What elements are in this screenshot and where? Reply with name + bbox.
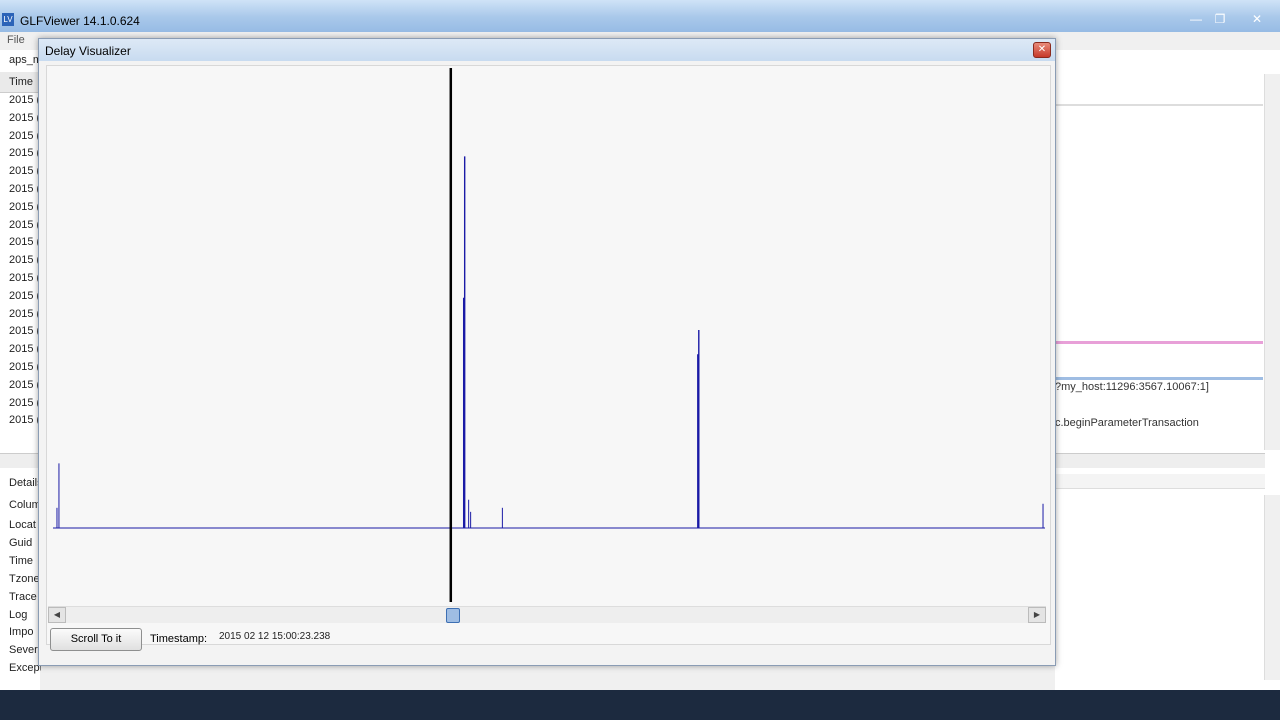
pink-highlight-row — [1055, 341, 1263, 344]
dialog-close-icon[interactable]: ✕ — [1033, 42, 1051, 58]
delay-plot[interactable] — [46, 65, 1051, 645]
log-row[interactable]: 2015 ( — [9, 325, 41, 342]
plot-hscroll[interactable]: ◀ ▶ — [48, 606, 1046, 623]
log-row[interactable]: 2015 ( — [9, 130, 41, 147]
log-row[interactable]: 2015 ( — [9, 236, 41, 253]
detail-field-label: Tzone — [9, 572, 40, 585]
scroll-thumb[interactable] — [446, 608, 460, 623]
log-row[interactable]: 2015 ( — [9, 165, 41, 182]
app-icon: LV — [2, 13, 14, 26]
minimize-icon[interactable]: — — [1186, 12, 1206, 26]
log-row[interactable]: 2015 ( — [9, 219, 41, 236]
detail-field-label: Trace — [9, 590, 37, 603]
taskbar — [0, 690, 1280, 720]
dialog-titlebar[interactable]: Delay Visualizer ✕ — [39, 39, 1055, 61]
log-row[interactable]: 2015 ( — [9, 379, 41, 396]
file-tab-label[interactable]: aps_m — [9, 54, 41, 71]
right-vscroll-bottom[interactable] — [1264, 495, 1280, 680]
menu-file[interactable]: File — [7, 34, 25, 46]
log-row[interactable]: 2015 ( — [9, 361, 41, 378]
log-row[interactable]: 2015 ( — [9, 94, 41, 111]
timestamp-label: Timestamp: — [150, 633, 208, 645]
log-row[interactable]: 2015 ( — [9, 397, 41, 414]
detail-field-label: Guid — [9, 536, 33, 549]
scroll-to-it-button[interactable]: Scroll To it — [50, 628, 142, 651]
details-label: Details — [9, 477, 41, 489]
log-row[interactable]: 2015 ( — [9, 201, 41, 218]
app-title: GLFViewer 14.1.0.624 — [20, 14, 140, 28]
blue-highlight-row — [1055, 377, 1263, 380]
log-row[interactable]: 2015 ( — [9, 112, 41, 129]
right-pane: ?my_host:11296:3567.10067:1] c.beginPara… — [1055, 50, 1280, 690]
right-details-header — [1055, 474, 1265, 489]
log-row[interactable]: 2015 ( — [9, 343, 41, 360]
log-row[interactable]: 2015 ( — [9, 414, 41, 431]
detail-field-label: Locat — [9, 519, 36, 531]
columns-label: Colum — [9, 499, 41, 511]
log-row[interactable]: 2015 ( — [9, 183, 41, 200]
detail-field-label: Exception — [9, 662, 41, 675]
right-vscroll-top[interactable] — [1264, 74, 1280, 450]
maximize-icon[interactable]: ❐ — [1210, 12, 1230, 26]
detail-field-label: Severi — [9, 644, 41, 657]
log-row[interactable]: 2015 ( — [9, 147, 41, 164]
log-row[interactable]: 2015 ( — [9, 308, 41, 325]
scroll-left-icon[interactable]: ◀ — [48, 607, 66, 623]
log-row[interactable]: 2015 ( — [9, 290, 41, 307]
dialog-title: Delay Visualizer — [45, 44, 131, 58]
delay-chart-svg — [53, 68, 1045, 602]
host-text: ?my_host:11296:3567.10067:1] — [1055, 381, 1209, 393]
method-text: c.beginParameterTransaction — [1055, 417, 1199, 429]
log-list-pane: aps_m Time 2015 (2015 (2015 (2015 (2015 … — [0, 50, 41, 690]
log-row[interactable]: 2015 ( — [9, 254, 41, 271]
close-icon[interactable]: ✕ — [1247, 12, 1267, 26]
detail-field-label: Log — [9, 608, 28, 621]
detail-field-label: Time — [9, 554, 34, 567]
left-hscroll[interactable] — [0, 453, 40, 468]
log-row[interactable]: 2015 ( — [9, 272, 41, 289]
right-hscroll[interactable] — [1055, 453, 1265, 468]
time-column-header[interactable]: Time — [9, 76, 41, 93]
delay-visualizer-dialog: Delay Visualizer ✕ ◀ ▶ Scroll To it Time… — [38, 38, 1056, 666]
timestamp-field: 2015 02 12 15:00:23.238 — [219, 631, 331, 642]
scroll-right-icon[interactable]: ▶ — [1028, 607, 1046, 623]
detail-field-label: Impo — [9, 626, 34, 639]
right-header — [1055, 90, 1263, 106]
